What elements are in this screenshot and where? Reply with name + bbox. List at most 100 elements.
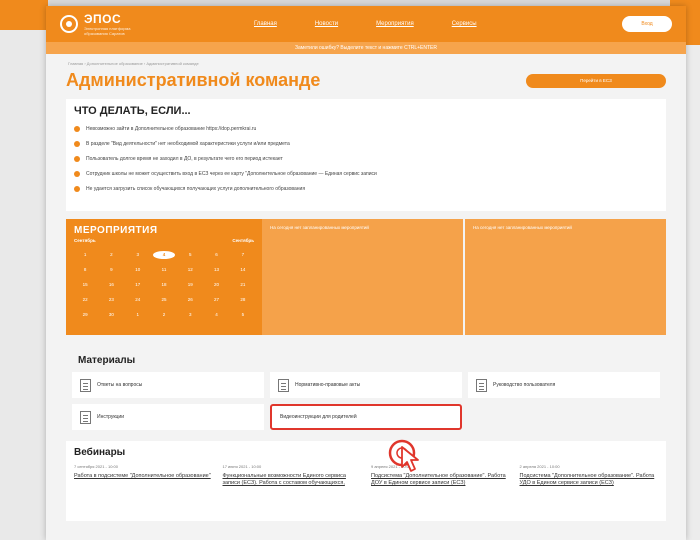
logo-tagline: Электронная платформа образования Сарато… [84,26,131,36]
calendar-day[interactable]: 16 [100,281,122,289]
events-title: МЕРОПРИЯТИЯ [74,225,158,236]
calendar-day[interactable]: 9 [100,266,122,274]
go-to-esz-button[interactable]: Перейти в ЕСЗ [526,73,666,88]
bullet-icon [74,156,80,162]
calendar-day[interactable]: 10 [127,266,149,274]
calendar-day[interactable]: 7 [232,251,254,259]
webinar-link[interactable]: Работа в подсистеме "Дополнительное обра… [74,473,213,480]
material-label: Инструкции [97,414,125,420]
bullet-icon [74,171,80,177]
events-empty-2: На сегодня нет запланированных мероприят… [465,219,666,335]
materials-section: Материалы Ответы на вопросы Нормативно-п… [66,343,666,431]
calendar-day[interactable]: 17 [127,281,149,289]
calendar-day[interactable]: 20 [205,281,227,289]
material-video-parents-card[interactable]: Видеоинструкции для родителей [270,404,462,430]
faq-item[interactable]: Не удается загрузить список обучающихся … [74,186,658,192]
document-icon [80,378,91,392]
faq-item-text: Пользователь долгое время не заходил в Д… [86,156,283,162]
webinar-date: 7 сентября 2021 - 10:00 [74,464,118,469]
bullet-icon [74,186,80,192]
calendar-day[interactable]: 29 [74,311,96,319]
calendar-day[interactable]: 30 [100,311,122,319]
events-empty-1: На сегодня нет запланированных мероприят… [262,219,463,335]
webinar-item: 7 сентября 2021 - 10:00 Работа в подсисте… [74,464,213,487]
site-logo[interactable]: ЭПОС Электронная платформа образования С… [60,12,134,36]
faq-item[interactable]: В разделе "Вид деятельности" нет необход… [74,141,658,147]
calendar-day[interactable]: 11 [153,266,175,274]
faq-item-text: Не удается загрузить список обучающихся … [86,186,306,192]
calendar-day[interactable]: 8 [74,266,96,274]
calendar-day[interactable]: 4 [152,251,176,259]
material-label: Нормативно-правовые акты [295,382,361,388]
nav-item-news[interactable]: Новости [315,21,338,27]
calendar-day[interactable]: 12 [179,266,201,274]
faq-item-text: Невозможно зайти в Дополнительное образо… [86,126,257,132]
material-faq-card[interactable]: Ответы на вопросы [72,372,264,398]
faq-title: ЧТО ДЕЛАТЬ, ЕСЛИ... [74,105,191,117]
calendar-day[interactable]: 2 [153,311,175,319]
nav-item-home[interactable]: Главная [254,21,277,27]
calendar-month-prev[interactable]: Сентябрь [74,238,96,243]
calendar-day[interactable]: 21 [232,281,254,289]
logo-icon [60,15,78,33]
calendar-day[interactable]: 1 [127,311,149,319]
nav-item-services[interactable]: Сервисы [452,21,477,27]
faq-item-text: В разделе "Вид деятельности" нет необход… [86,141,290,147]
calendar-day[interactable]: 24 [127,296,149,304]
logo-name: ЭПОС [84,12,122,26]
webinars-section: Вебинары 7 сентября 2021 - 10:00 Работа в… [66,441,666,521]
calendar-day[interactable]: 15 [74,281,96,289]
faq-item-text: Сотрудник школы не может осуществить вхо… [86,171,377,177]
calendar-day[interactable]: 18 [153,281,175,289]
calendar-month-next[interactable]: Сентябрь [232,238,254,243]
events-calendar: МЕРОПРИЯТИЯ Сентябрь Сентябрь 1234567891… [66,219,262,335]
calendar-day[interactable]: 6 [205,251,227,259]
faq-section: ЧТО ДЕЛАТЬ, ЕСЛИ... Невозможно зайти в Д… [66,99,666,211]
faq-item[interactable]: Сотрудник школы не может осуществить вхо… [74,171,658,177]
login-button[interactable]: Вход [622,16,672,32]
calendar-day[interactable]: 5 [232,311,254,319]
calendar-day[interactable]: 2 [100,251,122,259]
calendar-day[interactable]: 13 [205,266,227,274]
webinar-link[interactable]: Подсистема "Дополнительное образование".… [520,473,659,487]
material-manual-card[interactable]: Руководство пользователя [468,372,660,398]
calendar-day[interactable]: 23 [100,296,122,304]
bullet-icon [74,126,80,132]
hand-pointer-icon [388,439,419,472]
material-instructions-card[interactable]: Инструкции [72,404,264,430]
document-icon [278,378,289,392]
faq-item[interactable]: Невозможно зайти в Дополнительное образо… [74,126,658,132]
calendar-day[interactable]: 25 [153,296,175,304]
material-legal-card[interactable]: Нормативно-правовые акты [270,372,462,398]
calendar-day[interactable]: 14 [232,266,254,274]
webinars-title: Вебинары [74,447,126,458]
calendar-day[interactable]: 3 [127,251,149,259]
calendar-day[interactable]: 3 [179,311,201,319]
faq-item[interactable]: Пользователь долгое время не заходил в Д… [74,156,658,162]
bullet-icon [74,141,80,147]
browser-page: ЭПОС Электронная платформа образования С… [46,6,686,540]
nav-item-events[interactable]: Мероприятия [376,21,414,27]
breadcrumb[interactable]: Главная › Дополнительное образование › А… [46,54,686,66]
calendar-day[interactable]: 28 [232,296,254,304]
site-header: ЭПОС Электронная платформа образования С… [46,6,686,42]
webinar-link[interactable]: Функциональные возможности Единого серви… [223,473,362,487]
calendar-day[interactable]: 27 [205,296,227,304]
material-label: Руководство пользователя [493,382,556,388]
calendar-day[interactable]: 19 [179,281,201,289]
events-section: МЕРОПРИЯТИЯ Сентябрь Сентябрь 1234567891… [66,219,666,335]
calendar-day[interactable]: 26 [179,296,201,304]
document-icon [80,410,91,424]
calendar-day[interactable]: 22 [74,296,96,304]
materials-title: Материалы [78,355,136,366]
webinar-item: 17 июня 2021 - 10:00 Функциональные возмо… [223,464,362,487]
background-window-left [0,0,48,540]
material-label: Ответы на вопросы [97,382,143,388]
calendar-day[interactable]: 4 [205,311,227,319]
calendar-day[interactable]: 5 [179,251,201,259]
calendar-grid: 1 2 3 4 5 6 7 8 9 10 11 12 13 14 15 16 17 18 19 20 21 22 23 24 2… [74,251,254,319]
webinar-item: 2 апреля 2021 - 10:00 Подсистема "Дополни… [520,464,659,487]
page-title: Административной команде [66,70,321,90]
webinar-date: 2 апреля 2021 - 10:00 [519,464,560,469]
calendar-day[interactable]: 1 [74,251,96,259]
